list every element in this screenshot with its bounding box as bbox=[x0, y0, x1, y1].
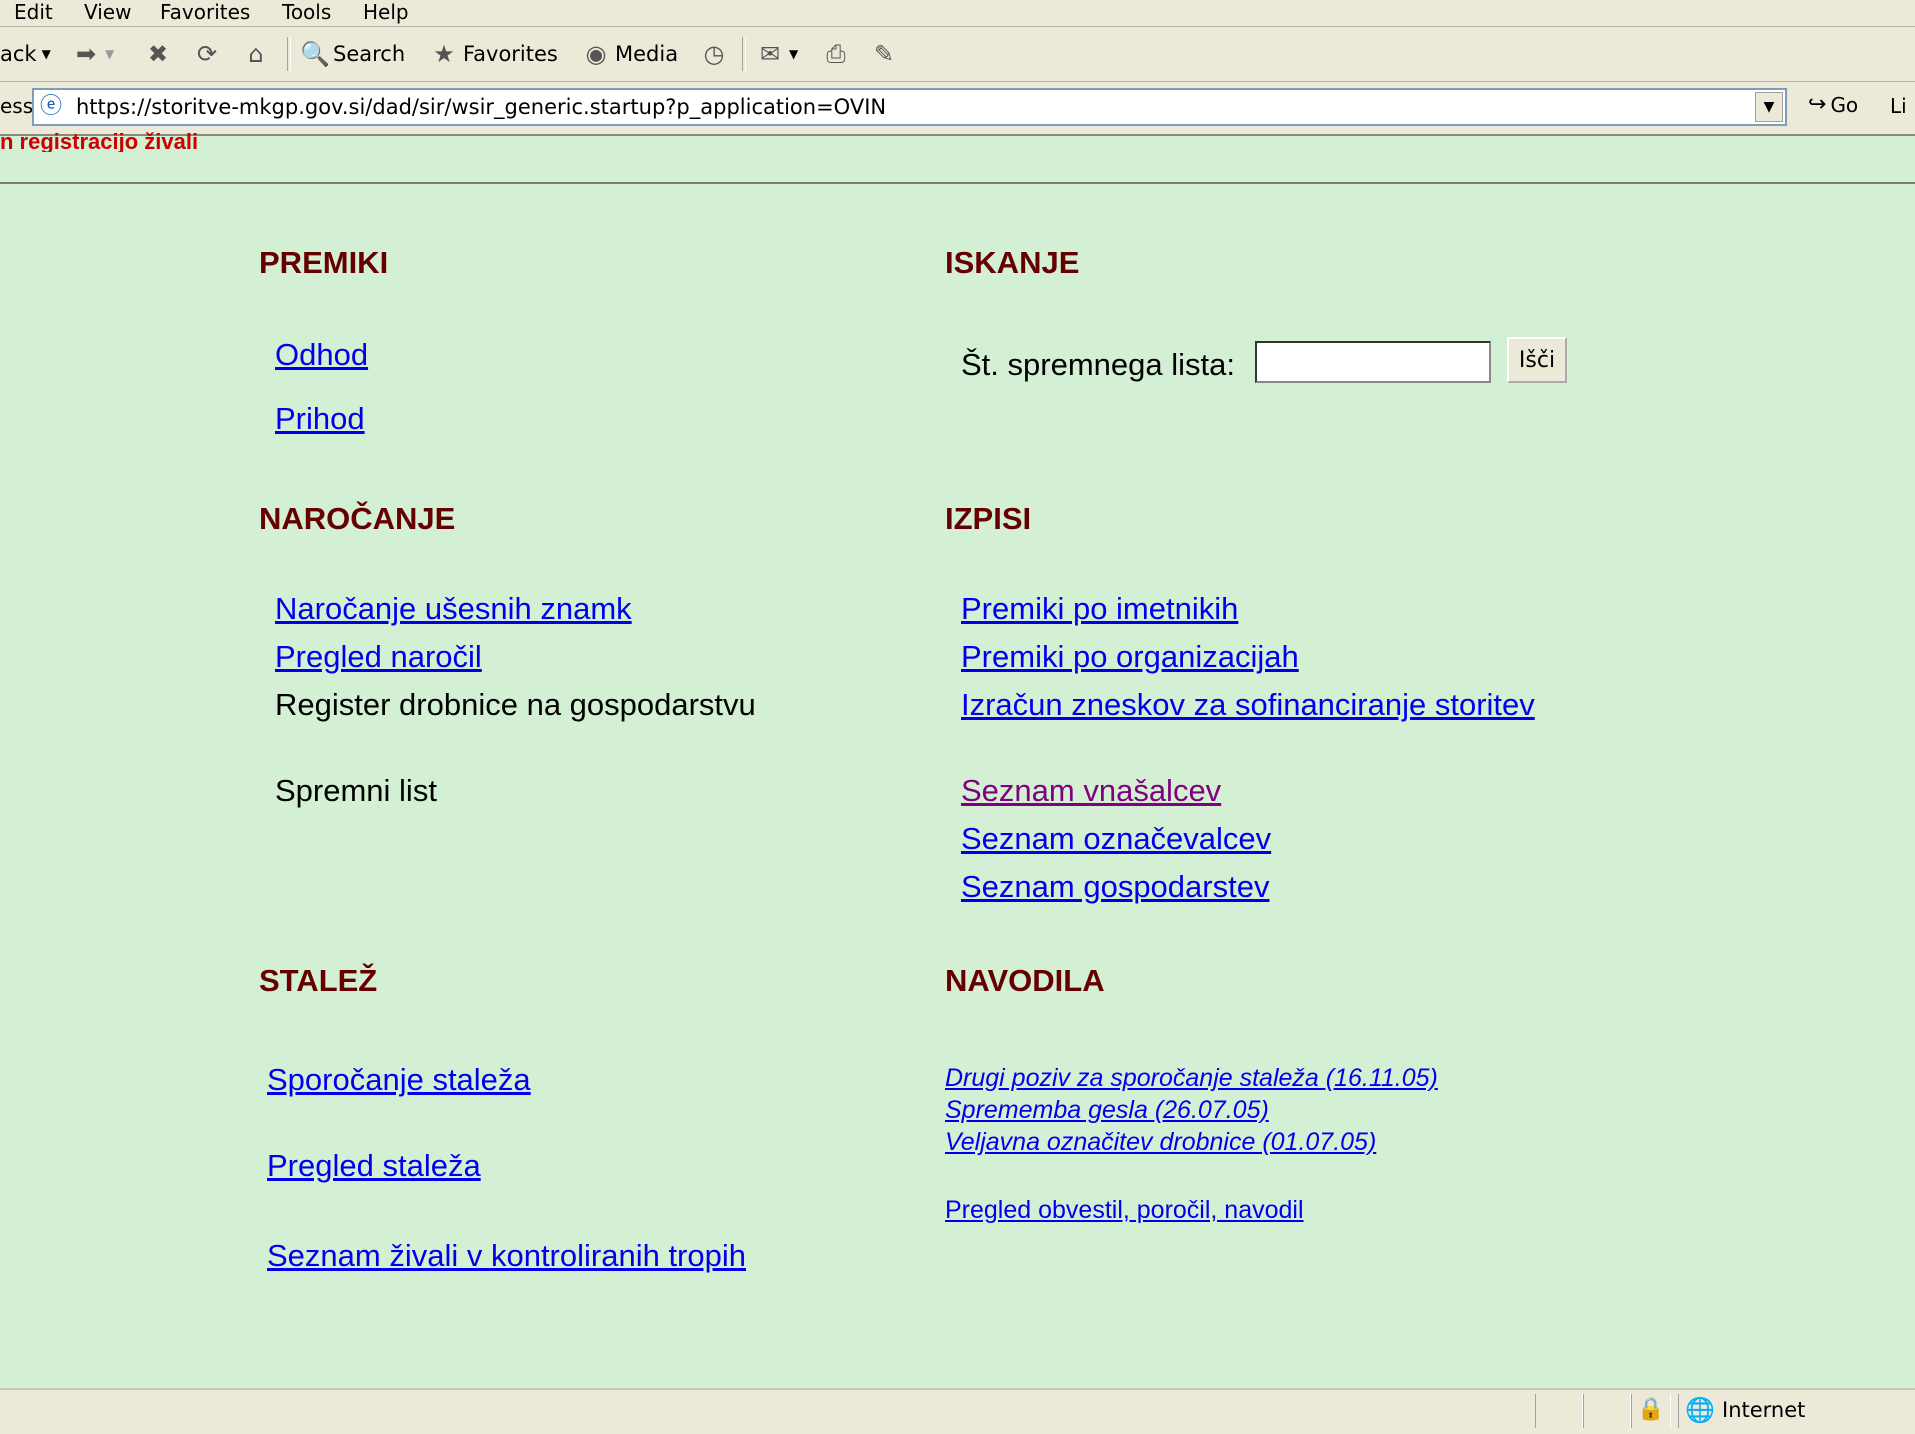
go-label: Go bbox=[1830, 92, 1859, 117]
ie-page-icon: ⓔ bbox=[39, 94, 62, 119]
go-arrow-icon: ↪ bbox=[1808, 92, 1827, 117]
header-divider bbox=[0, 182, 1915, 184]
address-bar: ess ⓔ https://storitve-mkgp.gov.si/dad/s… bbox=[0, 82, 1915, 136]
toolbar-separator bbox=[287, 37, 291, 71]
text-register-drobnice: Register drobnice na gospodarstvu bbox=[275, 687, 756, 722]
chevron-down-icon: ▼ bbox=[789, 47, 799, 61]
link-prihod[interactable]: Prihod bbox=[275, 401, 365, 437]
home-icon: ⌂ bbox=[248, 40, 264, 68]
back-label: ack bbox=[0, 42, 37, 66]
link-pregled-narocil[interactable]: Pregled naročil bbox=[275, 639, 482, 675]
edit-icon: ✎ bbox=[873, 40, 895, 68]
toolbar: ack ▼ ➡ ▼ ✖ ⟳ ⌂ 🔍 Search ★ Favorites ◉ M… bbox=[0, 27, 1915, 82]
news-link-veljavna-oznacitev[interactable]: Veljavna označitev drobnice (01.07.05) bbox=[945, 1128, 1376, 1157]
menu-bar: Edit View Favorites Tools Help bbox=[0, 0, 1915, 27]
forward-button[interactable]: ➡ ▼ bbox=[72, 39, 114, 69]
links-label[interactable]: Li bbox=[1890, 94, 1915, 118]
go-button[interactable]: ↪ Go bbox=[1808, 92, 1858, 117]
media-icon: ◉ bbox=[585, 40, 607, 68]
edit-button[interactable]: ✎ bbox=[870, 39, 898, 69]
link-premiki-po-organizacijah[interactable]: Premiki po organizacijah bbox=[961, 639, 1299, 675]
chevron-down-icon: ▼ bbox=[41, 47, 51, 61]
globe-icon: 🌐 bbox=[1685, 1396, 1715, 1424]
toolbar-separator bbox=[742, 37, 746, 71]
back-button[interactable]: ack ▼ bbox=[0, 39, 51, 69]
news-link-sprememba-gesla[interactable]: Sprememba gesla (26.07.05) bbox=[945, 1096, 1269, 1125]
address-input[interactable]: ⓔ https://storitve-mkgp.gov.si/dad/sir/w… bbox=[32, 88, 1787, 126]
section-title-stalez: STALEŽ bbox=[259, 963, 378, 998]
link-seznam-zivali-kontrolirani-tropi[interactable]: Seznam živali v kontroliranih tropih bbox=[267, 1238, 746, 1274]
stop-icon: ✖ bbox=[147, 40, 169, 68]
link-izracun-zneskov[interactable]: Izračun zneskov za sofinanciranje storit… bbox=[961, 687, 1535, 723]
home-button[interactable]: ⌂ bbox=[242, 39, 270, 69]
menu-tools[interactable]: Tools bbox=[282, 0, 331, 24]
lock-icon: 🔒 bbox=[1637, 1397, 1665, 1422]
favorites-label: Favorites bbox=[463, 42, 558, 66]
search-button[interactable]: 🔍 Search bbox=[300, 39, 405, 69]
news-link-drugi-poziv[interactable]: Drugi poziv za sporočanje staleža (16.11… bbox=[945, 1064, 1438, 1093]
mail-button[interactable]: ✉ ▼ bbox=[756, 39, 798, 69]
link-premiki-po-imetnikih[interactable]: Premiki po imetnikih bbox=[961, 591, 1238, 627]
refresh-button[interactable]: ⟳ bbox=[193, 39, 221, 69]
link-seznam-vnasalcev[interactable]: Seznam vnašalcev bbox=[961, 773, 1221, 809]
forward-arrow-icon: ➡ bbox=[75, 40, 97, 68]
link-narocanje-usesnih-znamk[interactable]: Naročanje ušesnih znamk bbox=[275, 591, 632, 627]
refresh-icon: ⟳ bbox=[196, 40, 218, 68]
link-sporocanje-staleza[interactable]: Sporočanje staleža bbox=[267, 1062, 531, 1098]
security-zone-label: Internet bbox=[1722, 1398, 1806, 1422]
status-panel bbox=[1535, 1394, 1583, 1428]
chevron-down-icon: ▼ bbox=[105, 47, 115, 61]
menu-edit[interactable]: Edit bbox=[14, 0, 53, 24]
link-pregled-obvestil[interactable]: Pregled obvestil, poročil, navodil bbox=[945, 1196, 1304, 1225]
favorites-star-icon: ★ bbox=[433, 40, 455, 68]
history-icon: ◷ bbox=[703, 40, 725, 68]
section-title-iskanje: ISKANJE bbox=[945, 245, 1080, 280]
print-icon: ⎙ bbox=[826, 40, 846, 68]
section-title-izpisi: IZPISI bbox=[945, 501, 1032, 536]
address-label: ess bbox=[0, 94, 34, 118]
address-url: https://storitve-mkgp.gov.si/dad/sir/wsi… bbox=[76, 95, 887, 119]
link-seznam-gospodarstev[interactable]: Seznam gospodarstev bbox=[961, 869, 1269, 905]
mail-icon: ✉ bbox=[759, 40, 781, 68]
page-banner-title: n registracijo živali bbox=[0, 130, 199, 152]
stop-button[interactable]: ✖ bbox=[144, 39, 172, 69]
media-label: Media bbox=[615, 42, 679, 66]
section-title-narocanje: NAROČANJE bbox=[259, 501, 456, 536]
status-bar: 🔒 🌐 Internet bbox=[0, 1388, 1915, 1434]
status-panel bbox=[1583, 1394, 1631, 1428]
search-icon: 🔍 bbox=[300, 40, 330, 68]
spremni-list-number-input[interactable] bbox=[1255, 341, 1491, 383]
address-dropdown-button[interactable]: ▼ bbox=[1755, 92, 1783, 122]
search-label: Search bbox=[333, 42, 406, 66]
favorites-button[interactable]: ★ Favorites bbox=[430, 39, 558, 69]
menu-help[interactable]: Help bbox=[363, 0, 409, 24]
link-pregled-staleza[interactable]: Pregled staleža bbox=[267, 1148, 481, 1184]
print-button[interactable]: ⎙ bbox=[822, 39, 850, 69]
section-title-navodila: NAVODILA bbox=[945, 963, 1105, 998]
search-submit-button[interactable]: Išči bbox=[1507, 337, 1567, 383]
search-label-spremni-list: Št. spremnega lista: bbox=[961, 347, 1235, 382]
text-spremni-list: Spremni list bbox=[275, 773, 437, 808]
link-odhod[interactable]: Odhod bbox=[275, 337, 368, 373]
menu-view[interactable]: View bbox=[84, 0, 131, 24]
menu-favorites[interactable]: Favorites bbox=[160, 0, 250, 24]
history-button[interactable]: ◷ bbox=[700, 39, 728, 69]
media-button[interactable]: ◉ Media bbox=[582, 39, 679, 69]
section-title-premiki: PREMIKI bbox=[259, 245, 389, 280]
link-seznam-oznacevalcev[interactable]: Seznam označevalcev bbox=[961, 821, 1271, 857]
